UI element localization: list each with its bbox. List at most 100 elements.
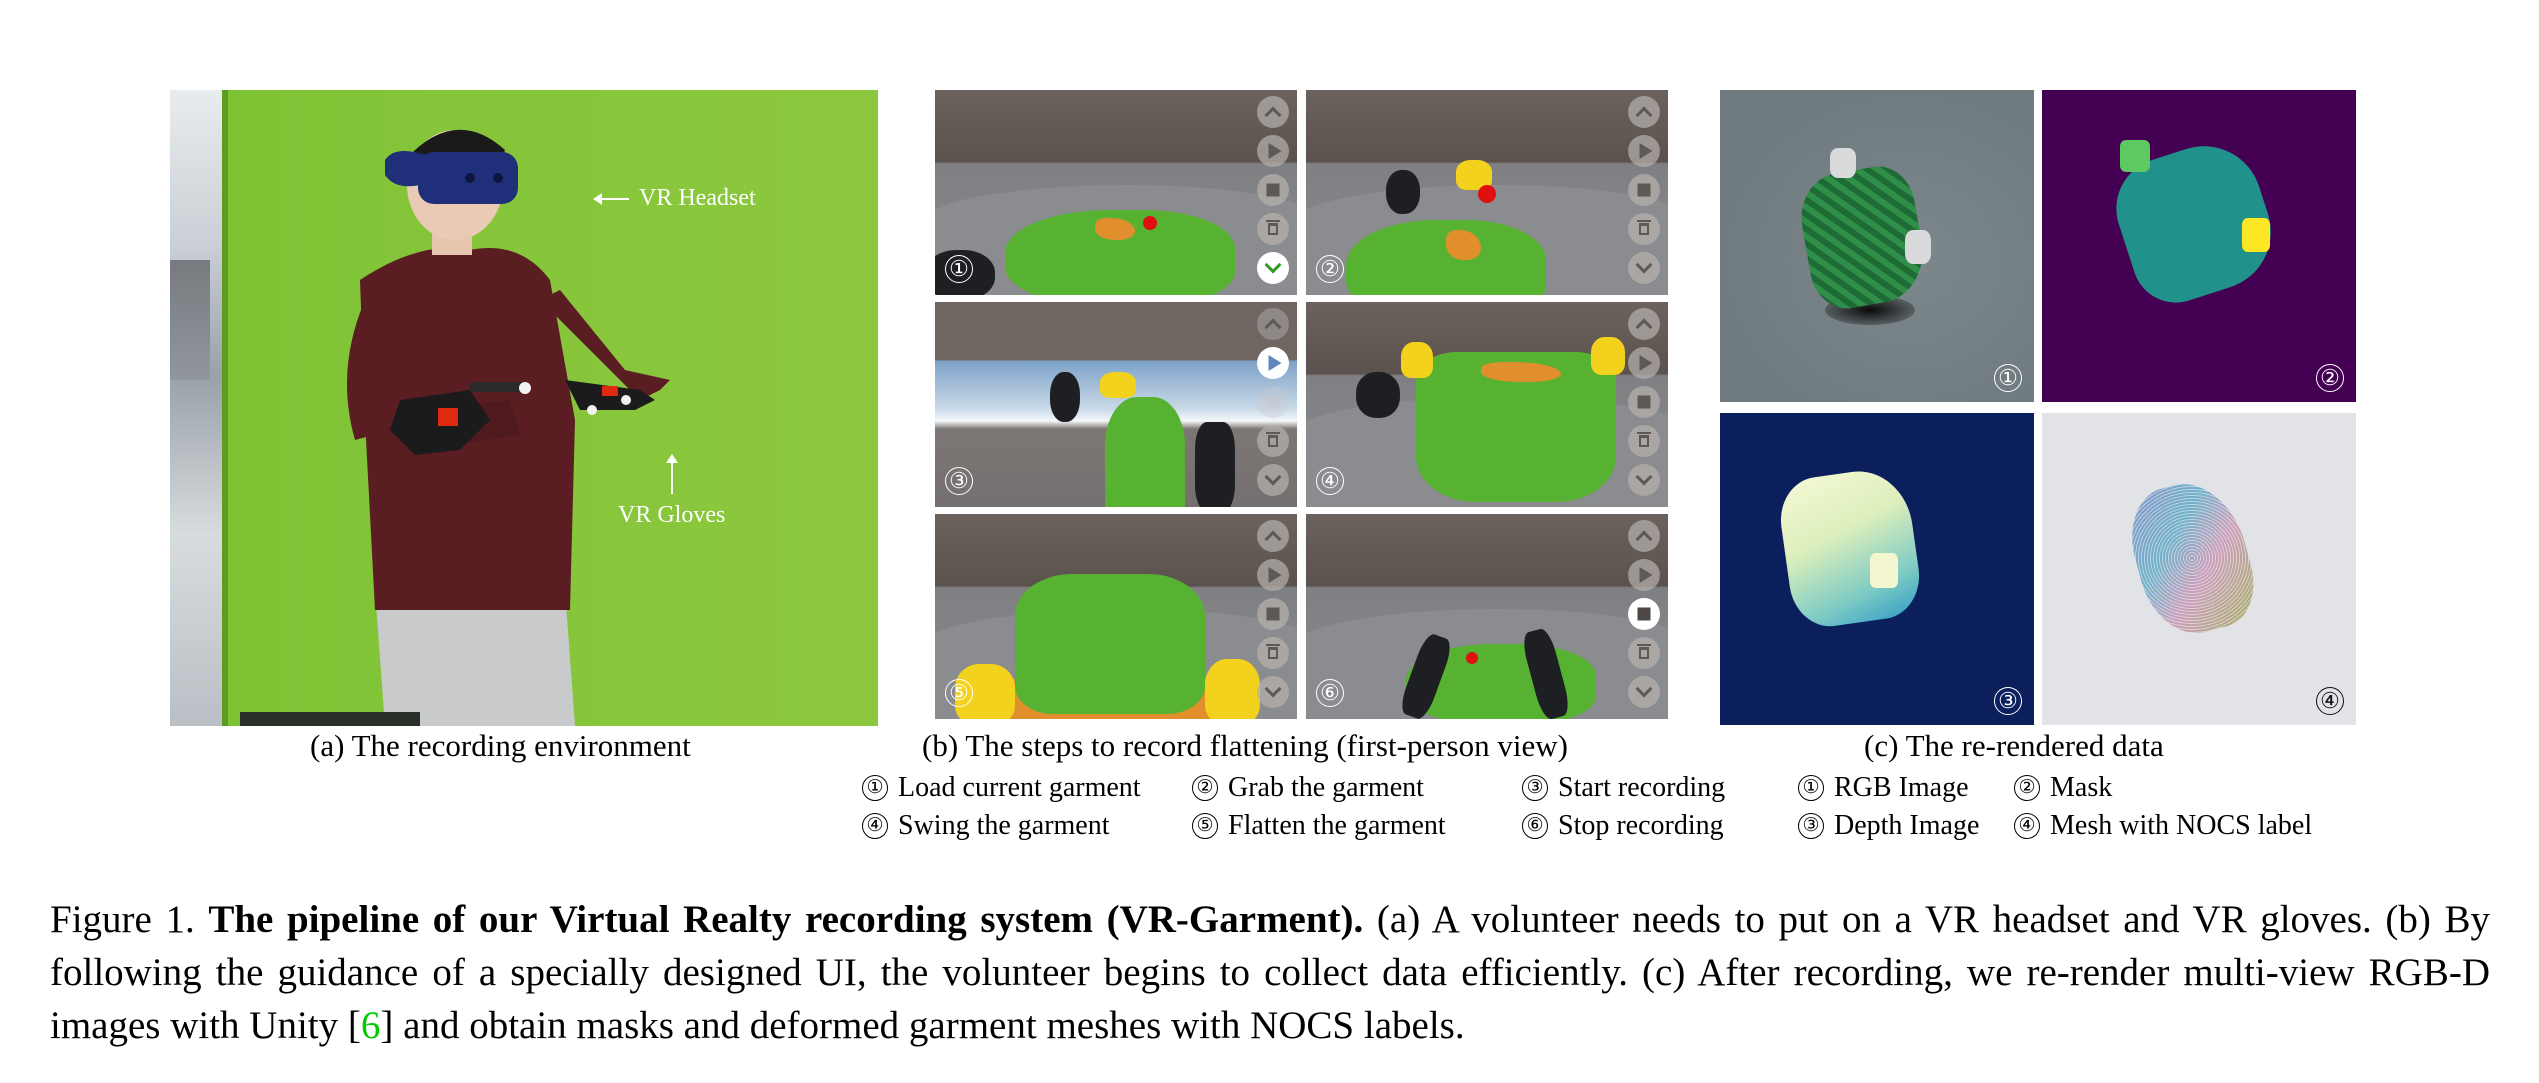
confirm-load-button[interactable] [1257, 252, 1289, 284]
mask-tile: ② [2042, 90, 2356, 402]
chevron-down-icon [1635, 468, 1653, 486]
chevron-down-icon [1264, 680, 1282, 698]
step-number: ③ [945, 467, 973, 495]
stop-button[interactable] [1257, 174, 1289, 206]
step-tile-6: ⑥ [1306, 514, 1668, 719]
step-number: ⑤ [945, 679, 973, 707]
chevron-up-icon [1264, 530, 1282, 548]
data-number: ③ [1994, 687, 2022, 715]
play-button[interactable] [1257, 135, 1289, 167]
play-button[interactable] [1628, 347, 1660, 379]
legend-number: ① [1798, 775, 1824, 801]
chevron-down-icon [1635, 680, 1653, 698]
figure-caption: Figure 1. The pipeline of our Virtual Re… [50, 893, 2490, 1052]
chevron-down-icon [1264, 468, 1282, 486]
play-icon [1639, 567, 1653, 583]
data-number: ② [2316, 364, 2344, 392]
scroll-up-button[interactable] [1628, 308, 1660, 340]
scroll-up-button[interactable] [1628, 96, 1660, 128]
start-recording-button[interactable] [1257, 347, 1289, 379]
legend-label: Load current garment [898, 772, 1141, 803]
scroll-down-button[interactable] [1628, 252, 1660, 284]
annotation-vr-headset: VR Headset [593, 185, 756, 212]
data-number: ① [1994, 364, 2022, 392]
stop-button[interactable] [1628, 174, 1660, 206]
grab-marker [1143, 216, 1157, 230]
play-button[interactable] [1628, 559, 1660, 591]
stop-icon [1266, 183, 1280, 197]
stop-button[interactable] [1257, 598, 1289, 630]
label-vr-gloves: VR Gloves [618, 502, 726, 528]
virtual-hand-left [1401, 342, 1433, 378]
legend-label: Mesh with NOCS label [2050, 810, 2313, 841]
garment [1015, 574, 1205, 714]
stop-button[interactable] [1628, 386, 1660, 418]
legend-label: Flatten the garment [1228, 810, 1446, 841]
caption-body-end: ] and obtain masks and deformed garment … [380, 1004, 1465, 1047]
label-vr-headset: VR Headset [639, 185, 756, 211]
step-tile-4: ④ [1306, 302, 1668, 507]
legend-label: Stop recording [1558, 810, 1724, 841]
recording-environment-photo: VR Headset VR Gloves [170, 90, 878, 726]
citation-link[interactable]: 6 [361, 1004, 381, 1047]
delete-button[interactable] [1628, 213, 1660, 245]
play-button[interactable] [1628, 135, 1660, 167]
delete-button[interactable] [1628, 425, 1660, 457]
legend-item: ① RGB Image [1798, 769, 2014, 807]
subcaption-b: (b) The steps to record flattening (firs… [922, 728, 1568, 763]
legend-item: ③ Start recording [1522, 769, 1725, 807]
step-tile-2: ② [1306, 90, 1668, 295]
scroll-up-button[interactable] [1257, 520, 1289, 552]
subcaption-a: (a) The recording environment [310, 728, 691, 763]
chevron-down-icon [1264, 256, 1282, 274]
stop-button[interactable] [1257, 386, 1289, 418]
play-icon [1268, 567, 1282, 583]
scroll-up-button[interactable] [1257, 308, 1289, 340]
trash-icon [1637, 432, 1651, 447]
trash-icon [1266, 220, 1280, 235]
legend-number: ⑤ [1192, 813, 1218, 839]
legend-number: ⑥ [1522, 813, 1548, 839]
delete-button[interactable] [1257, 637, 1289, 669]
hand-left-rgb [1830, 148, 1856, 178]
legend-number: ④ [862, 813, 888, 839]
controller [1050, 372, 1080, 422]
scroll-up-button[interactable] [1257, 96, 1289, 128]
rerendered-data-grid: ① ② ③ ④ [1720, 90, 2360, 725]
trash-icon [1266, 644, 1280, 659]
scroll-down-button[interactable] [1628, 676, 1660, 708]
controller [1356, 372, 1400, 418]
hand-right-rgb [1905, 230, 1931, 264]
stop-recording-button[interactable] [1628, 598, 1660, 630]
scroll-down-button[interactable] [1628, 464, 1660, 496]
stop-icon [1637, 395, 1651, 409]
stop-icon [1637, 183, 1651, 197]
delete-button[interactable] [1628, 637, 1660, 669]
legend-label: Grab the garment [1228, 772, 1424, 803]
delete-button[interactable] [1257, 213, 1289, 245]
arrow-up-icon [665, 454, 678, 494]
grab-marker [1478, 185, 1496, 203]
play-button[interactable] [1257, 559, 1289, 591]
play-icon [1639, 143, 1653, 159]
step-tile-5: ⑤ [935, 514, 1297, 719]
rgb-image-tile: ① [1720, 90, 2034, 402]
recording-steps-grid: ① ② ③ ④ ⑤ ⑥ [935, 90, 1668, 720]
scroll-down-button[interactable] [1257, 464, 1289, 496]
trash-icon [1266, 432, 1280, 447]
delete-button[interactable] [1257, 425, 1289, 457]
legend-label: Depth Image [1834, 810, 1980, 841]
scroll-up-button[interactable] [1628, 520, 1660, 552]
virtual-hand [1100, 372, 1136, 398]
right-hand-mask [2242, 218, 2270, 252]
vr-ui-buttons [1628, 520, 1660, 708]
stop-icon [1266, 395, 1280, 409]
trash-icon [1637, 220, 1651, 235]
vr-ui-buttons [1628, 96, 1660, 284]
virtual-hand-thumbs-up [1195, 422, 1235, 507]
garment [1346, 220, 1546, 295]
scroll-down-button[interactable] [1257, 676, 1289, 708]
legend-number: ② [1192, 775, 1218, 801]
play-icon [1639, 355, 1653, 371]
garment [1105, 397, 1185, 507]
